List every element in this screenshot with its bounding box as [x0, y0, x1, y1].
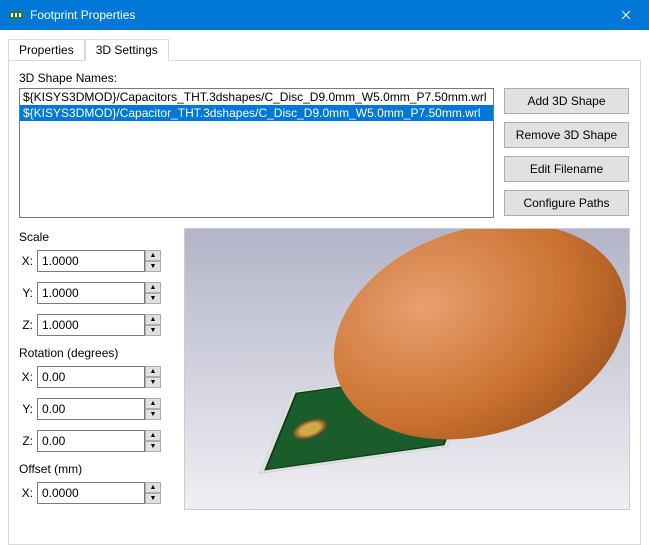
- rot-y-label: Y:: [19, 402, 37, 416]
- rotation-z-input[interactable]: [37, 430, 145, 452]
- spin-up[interactable]: ▲: [145, 250, 161, 261]
- scale-x-input[interactable]: [37, 250, 145, 272]
- rot-z-label: Z:: [19, 434, 37, 448]
- spin-up[interactable]: ▲: [145, 314, 161, 325]
- spin-up[interactable]: ▲: [145, 482, 161, 493]
- app-icon: [8, 7, 24, 23]
- spin-up[interactable]: ▲: [145, 430, 161, 441]
- spin-down[interactable]: ▼: [145, 493, 161, 504]
- off-x-label: X:: [19, 486, 37, 500]
- tab-properties[interactable]: Properties: [8, 39, 85, 61]
- shape-list-item[interactable]: ${KISYS3DMOD}/Capacitor_THT.3dshapes/C_D…: [20, 105, 493, 121]
- offset-x-input[interactable]: [37, 482, 145, 504]
- tab-panel-3d: 3D Shape Names: ${KISYS3DMOD}/Capacitors…: [8, 60, 641, 545]
- tab-3d-settings[interactable]: 3D Settings: [85, 39, 169, 61]
- rot-x-label: X:: [19, 370, 37, 384]
- spin-down[interactable]: ▼: [145, 261, 161, 272]
- title-bar: Footprint Properties: [0, 0, 649, 30]
- scale-y-label: Y:: [19, 286, 37, 300]
- spin-up[interactable]: ▲: [145, 398, 161, 409]
- shape-list[interactable]: ${KISYS3DMOD}/Capacitors_THT.3dshapes/C_…: [19, 88, 494, 218]
- spin-down[interactable]: ▼: [145, 441, 161, 452]
- spin-down[interactable]: ▼: [145, 293, 161, 304]
- tab-strip: Properties 3D Settings: [8, 38, 649, 60]
- scale-x-label: X:: [19, 254, 37, 268]
- close-button[interactable]: [603, 0, 649, 30]
- edit-filename-button[interactable]: Edit Filename: [504, 156, 629, 182]
- offset-heading: Offset (mm): [19, 462, 174, 476]
- shape-list-item[interactable]: ${KISYS3DMOD}/Capacitors_THT.3dshapes/C_…: [20, 89, 493, 105]
- scale-z-label: Z:: [19, 318, 37, 332]
- add-3d-shape-button[interactable]: Add 3D Shape: [504, 88, 629, 114]
- spin-up[interactable]: ▲: [145, 366, 161, 377]
- scale-y-input[interactable]: [37, 282, 145, 304]
- scale-heading: Scale: [19, 230, 174, 244]
- rotation-y-input[interactable]: [37, 398, 145, 420]
- rotation-x-input[interactable]: [37, 366, 145, 388]
- remove-3d-shape-button[interactable]: Remove 3D Shape: [504, 122, 629, 148]
- spin-up[interactable]: ▲: [145, 282, 161, 293]
- shapes-label: 3D Shape Names:: [19, 71, 630, 85]
- window-title: Footprint Properties: [30, 8, 603, 22]
- 3d-viewport[interactable]: [184, 228, 630, 510]
- spin-down[interactable]: ▼: [145, 325, 161, 336]
- scale-z-input[interactable]: [37, 314, 145, 336]
- spin-down[interactable]: ▼: [145, 409, 161, 420]
- spin-down[interactable]: ▼: [145, 377, 161, 388]
- rotation-heading: Rotation (degrees): [19, 346, 174, 360]
- configure-paths-button[interactable]: Configure Paths: [504, 190, 629, 216]
